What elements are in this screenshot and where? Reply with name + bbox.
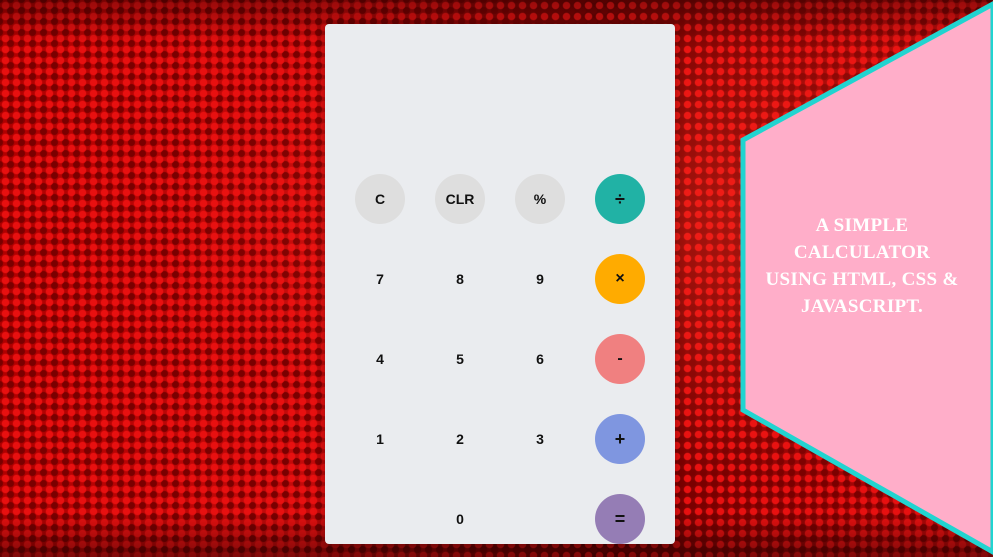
digit-9-button[interactable]: 9 — [515, 254, 565, 304]
add-button[interactable]: + — [595, 414, 645, 464]
percent-button[interactable]: % — [515, 174, 565, 224]
digit-6-button[interactable]: 6 — [515, 334, 565, 384]
equals-button[interactable]: = — [595, 494, 645, 544]
multiply-button[interactable]: × — [595, 254, 645, 304]
title-banner: A SIMPLE CALCULATOR USING HTML, CSS & JA… — [740, 0, 993, 557]
divide-button[interactable]: ÷ — [595, 174, 645, 224]
digit-8-button[interactable]: 8 — [435, 254, 485, 304]
subtract-button[interactable]: - — [595, 334, 645, 384]
digit-5-button[interactable]: 5 — [435, 334, 485, 384]
digit-1-button[interactable]: 1 — [355, 414, 405, 464]
digit-7-button[interactable]: 7 — [355, 254, 405, 304]
calculator-display — [341, 40, 659, 150]
empty-key-slot — [500, 479, 580, 557]
digit-0-button[interactable]: 0 — [435, 494, 485, 544]
digit-2-button[interactable]: 2 — [435, 414, 485, 464]
calculator-panel: C CLR % ÷ 7 8 9 × 4 5 6 - 1 2 3 + 0 = — [325, 24, 675, 544]
empty-key-slot — [340, 479, 420, 557]
keypad: C CLR % ÷ 7 8 9 × 4 5 6 - 1 2 3 + 0 = — [340, 159, 660, 557]
banner-title: A SIMPLE CALCULATOR USING HTML, CSS & JA… — [765, 215, 959, 317]
clear-all-button[interactable]: CLR — [435, 174, 485, 224]
digit-4-button[interactable]: 4 — [355, 334, 405, 384]
clear-entry-button[interactable]: C — [355, 174, 405, 224]
digit-3-button[interactable]: 3 — [515, 414, 565, 464]
